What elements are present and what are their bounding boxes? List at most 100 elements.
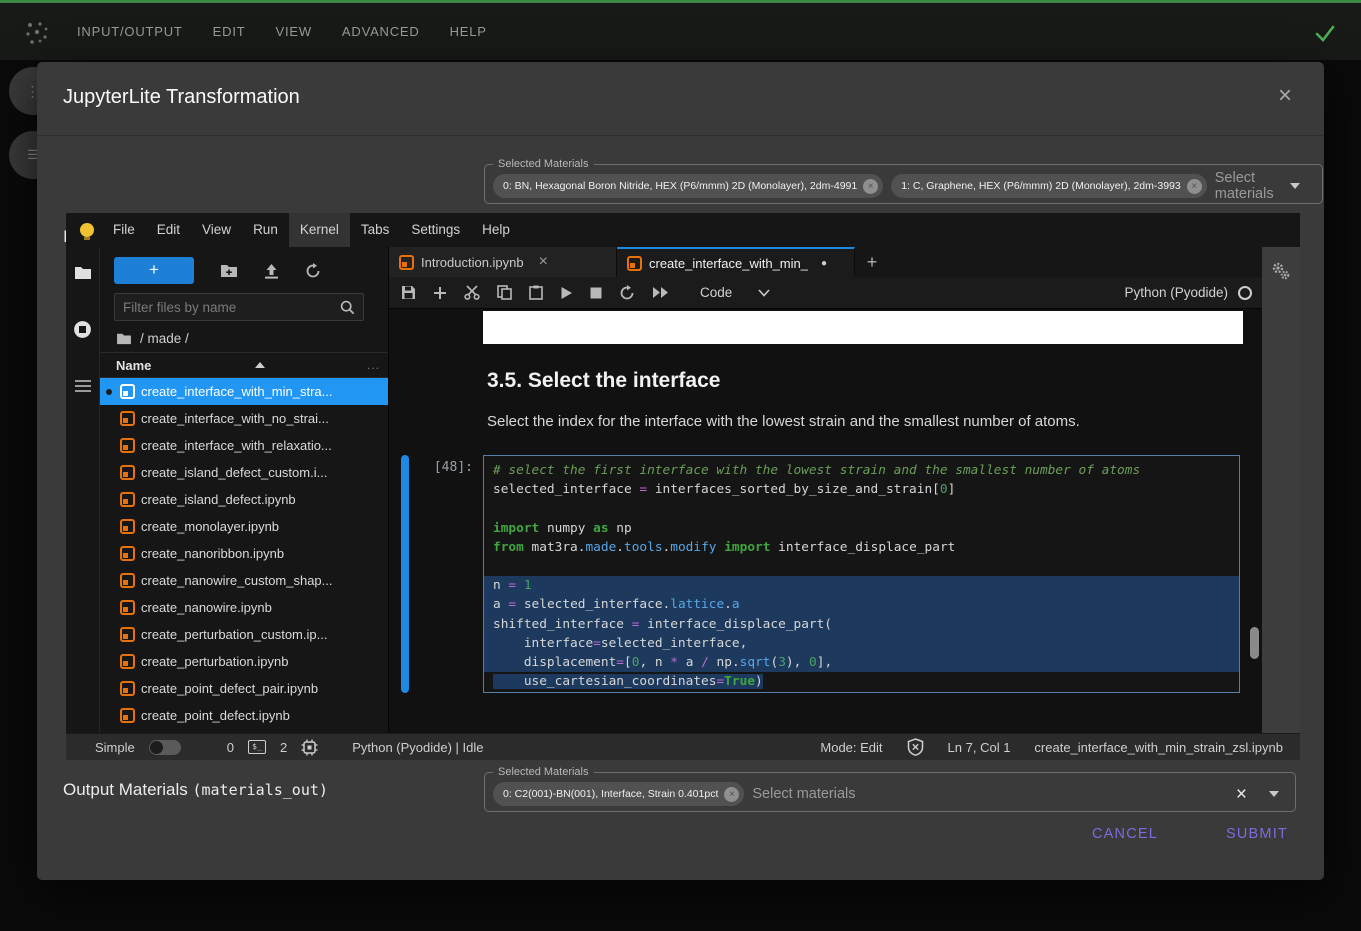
main-dock-panel: Introduction.ipynb × create_interface_wi… — [389, 247, 1262, 733]
file-list-item[interactable]: create_interface_with_relaxatio... — [100, 432, 388, 459]
material-chip[interactable]: 0: C2(001)-BN(001), Interface, Strain 0.… — [493, 782, 744, 806]
file-list-item[interactable]: create_island_defect.ipynb — [100, 486, 388, 513]
topbar-menu-item[interactable]: INPUT/OUTPUT — [77, 24, 183, 39]
file-list-item[interactable]: create_point_defect.ipynb — [100, 702, 388, 729]
output-materials-legend: Selected Materials — [493, 766, 594, 778]
running-sessions-tab-icon[interactable] — [73, 320, 92, 339]
notebook-file-icon — [120, 573, 135, 588]
app-logo-icon[interactable] — [24, 20, 50, 46]
markdown-heading: 3.5. Select the interface — [487, 369, 720, 393]
file-list-item[interactable]: create_monolayer.ipynb — [100, 513, 388, 540]
jupyter-menu-item[interactable]: Help — [471, 213, 521, 247]
jupyter-menu-item[interactable]: Settings — [400, 213, 471, 247]
add-cell-icon[interactable] — [433, 286, 447, 300]
paste-cell-icon[interactable] — [529, 285, 543, 300]
lightbulb-icon[interactable] — [80, 223, 94, 237]
topbar-menu-item[interactable]: HELP — [450, 24, 487, 39]
jupyter-menu-item[interactable]: Tabs — [350, 213, 401, 247]
jupyter-menu-item[interactable]: View — [191, 213, 242, 247]
file-list-item[interactable]: create_nanoribbon.ipynb — [100, 540, 388, 567]
file-list-item[interactable]: create_nanowire_custom_shap... — [100, 567, 388, 594]
file-list-item[interactable]: create_perturbation.ipynb — [100, 648, 388, 675]
scrollbar-thumb[interactable] — [1250, 627, 1259, 659]
input-materials-select[interactable]: Selected Materials 0: BN, Hexagonal Boro… — [484, 158, 1323, 204]
file-list-item[interactable]: create_interface_with_min_stra... — [100, 378, 388, 405]
tab-dirty-indicator: ● — [821, 258, 827, 269]
file-list-item[interactable]: create_interface_with_no_strai... — [100, 405, 388, 432]
file-browser-tab-icon[interactable] — [74, 265, 92, 280]
cell-collapser-bar[interactable] — [401, 455, 409, 693]
file-list-more-icon[interactable]: ... — [367, 358, 380, 372]
simple-mode-toggle[interactable] — [149, 740, 181, 755]
input-select-placeholder[interactable]: Select materials — [1215, 170, 1274, 202]
tab-close-icon[interactable]: × — [539, 253, 548, 271]
file-list-item[interactable]: create_perturbation_custom.ip... — [100, 621, 388, 648]
breadcrumb-path: / made / — [140, 331, 189, 346]
restart-run-all-icon[interactable] — [652, 286, 669, 299]
code-line: selected_interface = interfaces_sorted_b… — [484, 480, 1239, 499]
output-chips: 0: C2(001)-BN(001), Interface, Strain 0.… — [493, 782, 744, 806]
tab-label: create_interface_with_min_ — [649, 256, 808, 271]
file-list-item[interactable]: create_nanowire.ipynb — [100, 594, 388, 621]
restart-kernel-icon[interactable] — [619, 285, 635, 301]
stop-kernel-icon[interactable] — [590, 287, 602, 299]
chip-remove-icon[interactable]: × — [724, 787, 739, 802]
new-tab-button[interactable]: + — [855, 247, 889, 277]
code-line: displacement=[0, n * a / np.sqrt(3), 0], — [484, 653, 1239, 672]
topbar-menu-item[interactable]: VIEW — [275, 24, 311, 39]
kernels-count[interactable]: 2 — [280, 740, 287, 755]
jupyter-menu-item[interactable]: Kernel — [289, 213, 350, 247]
terminals-count[interactable]: 0 — [227, 740, 234, 755]
notebook-scrollbar[interactable] — [1249, 309, 1259, 733]
cut-cell-icon[interactable] — [464, 285, 480, 300]
material-chip[interactable]: 0: BN, Hexagonal Boron Nitride, HEX (P6/… — [493, 174, 883, 198]
chip-remove-icon[interactable]: × — [1187, 179, 1202, 194]
jupyter-menu-item[interactable]: Run — [242, 213, 289, 247]
file-name: create_interface_with_min_stra... — [141, 384, 338, 399]
refresh-icon[interactable] — [305, 263, 321, 279]
dialog-close-icon[interactable]: × — [1278, 84, 1292, 108]
breadcrumb[interactable]: / made / — [100, 321, 388, 352]
tab-introduction[interactable]: Introduction.ipynb × — [389, 247, 617, 277]
cursor-position[interactable]: Ln 7, Col 1 — [948, 740, 1011, 755]
copy-cell-icon[interactable] — [497, 285, 512, 300]
cancel-button[interactable]: CANCEL — [1082, 818, 1168, 850]
chip-remove-icon[interactable]: × — [863, 179, 878, 194]
new-folder-icon[interactable] — [220, 263, 238, 278]
upload-icon[interactable] — [264, 263, 279, 279]
clear-selection-icon[interactable]: × — [1236, 785, 1247, 804]
new-launcher-button[interactable]: + — [114, 257, 194, 284]
home-folder-icon[interactable] — [116, 332, 132, 345]
file-list-header[interactable]: Name ... — [100, 352, 388, 378]
topbar-menu-item[interactable]: ADVANCED — [342, 24, 420, 39]
run-cell-icon[interactable] — [560, 286, 573, 300]
file-list-item[interactable]: create_point_defect_pair.ipynb — [100, 675, 388, 702]
file-list-item[interactable]: create_island_defect_custom.i... — [100, 459, 388, 486]
input-dropdown-arrow-icon[interactable] — [1290, 183, 1300, 189]
tab-create-interface[interactable]: create_interface_with_min_ ● — [617, 247, 855, 277]
kernel-name[interactable]: Python (Pyodide) — [1124, 285, 1228, 300]
kernel-idle-icon[interactable] — [1238, 286, 1252, 300]
terminal-icon[interactable]: $_ — [248, 740, 266, 754]
table-of-contents-tab-icon[interactable] — [74, 379, 92, 393]
property-inspector-gears-icon[interactable] — [1270, 261, 1292, 283]
output-select-placeholder[interactable]: Select materials — [752, 786, 855, 802]
output-dropdown-arrow-icon[interactable] — [1269, 791, 1279, 797]
notebook-scroll-area[interactable]: 3.5. Select the interface Select the ind… — [389, 309, 1262, 733]
jupyterlab-panel: FileEditViewRunKernelTabsSettingsHelp — [66, 213, 1300, 760]
output-materials-select[interactable]: Selected Materials 0: C2(001)-BN(001), I… — [484, 766, 1296, 812]
code-cell-editor[interactable]: # select the first interface with the lo… — [483, 455, 1240, 693]
submit-button[interactable]: SUBMIT — [1216, 818, 1298, 850]
trust-shield-icon[interactable] — [907, 738, 924, 756]
code-line: a = selected_interface.lattice.a — [484, 595, 1239, 614]
save-icon[interactable] — [401, 285, 416, 300]
kernel-chip-icon[interactable] — [301, 739, 318, 756]
jupyter-menu-item[interactable]: Edit — [146, 213, 191, 247]
kernel-status-text[interactable]: Python (Pyodide) | Idle — [352, 740, 483, 755]
topbar-menu-item[interactable]: EDIT — [213, 24, 246, 39]
notebook-file-icon — [627, 256, 642, 271]
jupyter-menu-item[interactable]: File — [102, 213, 146, 247]
file-filter-input[interactable] — [123, 300, 334, 315]
material-chip[interactable]: 1: C, Graphene, HEX (P6/mmm) 2D (Monolay… — [891, 174, 1207, 198]
cell-type-dropdown[interactable]: Code — [700, 285, 770, 300]
